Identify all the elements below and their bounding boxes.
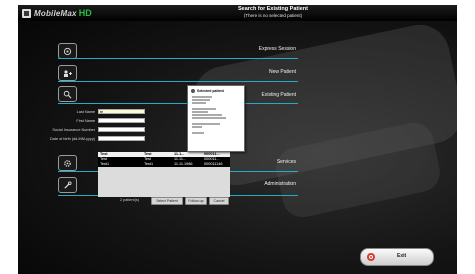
social-insurance-number-input[interactable] (98, 127, 145, 132)
logo-icon (22, 8, 31, 18)
menu-divider (58, 81, 298, 82)
search-icon (63, 90, 72, 98)
new-patient-button[interactable] (58, 65, 77, 81)
menu-label-express-session[interactable]: Express Session (196, 46, 296, 52)
first-name-label: First Name (76, 119, 95, 123)
first-name-input[interactable] (98, 118, 145, 123)
patient-results-table: Test Test 11.1... 000011... Test Test 11… (98, 152, 230, 197)
popup-detail-line (192, 126, 202, 128)
lock-icon (63, 47, 72, 55)
popup-detail-line (192, 123, 220, 125)
info-icon (191, 89, 195, 93)
menu-divider (58, 58, 298, 59)
administration-button[interactable] (58, 177, 77, 193)
popup-detail-line (192, 102, 206, 104)
popup-detail-line (192, 132, 204, 134)
last-name-input[interactable]: te (98, 109, 145, 114)
select-patient-button[interactable]: Select Patient (151, 197, 183, 205)
follow-up-button[interactable]: Follow-up (185, 197, 207, 205)
social-insurance-number-label: Social Insurance Number (52, 128, 95, 132)
table-cell: 11.11.1986 (174, 162, 193, 166)
exit-label: Exit (397, 253, 407, 259)
page-title: Search for Existing Patient (238, 6, 308, 12)
results-count: 2 patient(s) (120, 198, 139, 202)
date-of-birth-input[interactable] (98, 136, 145, 141)
title-bar: MobileMax HD Search for Existing Patient… (18, 5, 457, 21)
table-row[interactable]: Test1 Test1 11.11.1986 000011146 (98, 162, 230, 167)
selected-patient-popup: Selected patient (187, 85, 245, 152)
logo-suffix: HD (78, 8, 92, 18)
table-cell: Test1 (100, 162, 110, 166)
app-screen: MobileMax HD Search for Existing Patient… (18, 5, 457, 274)
menu-label-new-patient[interactable]: New Patient (196, 69, 296, 75)
add-patient-icon (63, 69, 72, 77)
popup-detail-line (192, 99, 210, 101)
popup-detail-line (192, 96, 212, 98)
exit-button[interactable]: Exit (360, 248, 434, 266)
power-icon (367, 253, 375, 261)
popup-title: Selected patient (197, 89, 224, 93)
existing-patient-button[interactable] (58, 86, 77, 102)
services-button[interactable] (58, 155, 77, 171)
menu-divider (58, 103, 298, 104)
wrench-icon (64, 180, 72, 189)
popup-detail-line (192, 108, 216, 110)
express-session-button[interactable] (58, 43, 77, 59)
page-subtitle: (There is no selected patient) (243, 13, 303, 18)
gear-icon (64, 159, 71, 167)
table-cell: 000011146 (204, 162, 223, 166)
popup-detail-line (192, 111, 208, 113)
logo-text: MobileMax (34, 8, 77, 18)
cancel-button[interactable]: Cancel (209, 197, 229, 205)
popup-detail-line (192, 117, 226, 119)
table-cell: Test1 (144, 162, 154, 166)
last-name-label: Last Name (76, 110, 95, 114)
app-logo: MobileMax HD (22, 8, 92, 18)
date-of-birth-label: Date of birth (dd-MM-yyyy) (50, 137, 95, 141)
popup-detail-line (192, 114, 222, 116)
